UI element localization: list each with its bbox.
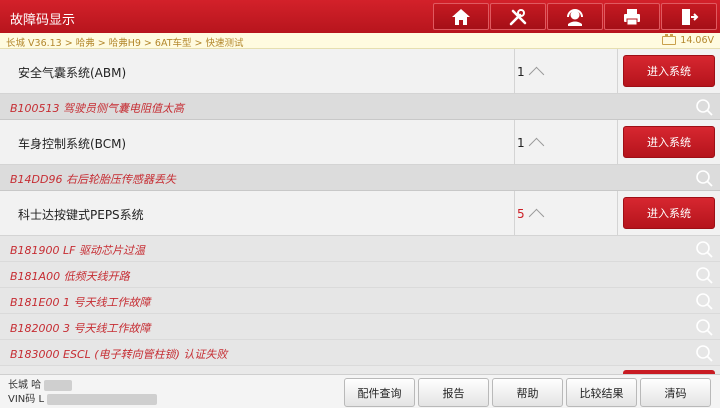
fault-count[interactable]: 1 <box>517 64 544 83</box>
parts-query-button[interactable]: 配件查询 <box>344 378 415 407</box>
fault-code-text: B183000 ESCL (电子转向管柱锁) 认证失败 <box>10 348 228 361</box>
fault-code-text: B100513 驾驶员侧气囊电阻值太高 <box>10 102 185 115</box>
fault-code-text: B181A00 低频天线开路 <box>10 270 130 283</box>
divider <box>514 49 515 93</box>
vehicle-info: 长城 哈 VIN码 L <box>8 379 158 407</box>
fault-code-text: B14DD96 右后轮胎压传感器丢失 <box>10 173 176 186</box>
divider <box>514 191 515 235</box>
enter-system-button[interactable]: 进入系统 <box>623 55 715 87</box>
search-icon[interactable] <box>695 169 713 187</box>
bottom-toolbar: 长城 哈 VIN码 L 配件查询 报告 帮助 比较结果 清码 <box>0 374 720 408</box>
redacted-text <box>44 379 73 391</box>
system-name: 安全气囊系统(ABM) <box>18 66 127 80</box>
vehicle-model: 长城 哈 <box>8 380 42 391</box>
clear-codes-button[interactable]: 清码 <box>640 378 711 407</box>
exit-button[interactable] <box>661 3 717 30</box>
battery-icon <box>662 34 677 45</box>
system-row: 安全气囊系统(ABM) 1 进入系统 <box>0 49 720 94</box>
support-button[interactable] <box>547 3 603 30</box>
search-icon[interactable] <box>695 344 713 362</box>
system-name: 科士达按键式PEPS系统 <box>18 208 144 222</box>
search-icon[interactable] <box>695 98 713 116</box>
fault-code-row: B181E00 1 号天线工作故障 <box>0 288 720 314</box>
fault-code-text: B181900 LF 驱动芯片过温 <box>10 244 145 257</box>
breadcrumb-bar: 长城 V36.13 > 哈弗 > 哈弗H9 > 6AT车型 > 快速测试 14.… <box>0 33 720 49</box>
fault-code-row: B181900 LF 驱动芯片过温 <box>0 236 720 262</box>
enter-system-button[interactable]: 进入系统 <box>623 197 715 229</box>
fault-code-row: B14DD96 右后轮胎压传感器丢失 <box>0 165 720 191</box>
battery-voltage: 14.06V <box>662 34 714 46</box>
compare-results-button[interactable]: 比较结果 <box>566 378 637 407</box>
report-button[interactable]: 报告 <box>418 378 489 407</box>
search-icon[interactable] <box>695 318 713 336</box>
page-title: 故障码显示 <box>10 13 76 28</box>
enter-system-button[interactable]: 进入系统 <box>623 126 715 158</box>
vin-label: VIN码 L <box>8 394 45 405</box>
chevron-up-icon <box>528 137 544 154</box>
home-icon <box>452 8 470 25</box>
exit-icon <box>682 8 699 25</box>
divider <box>617 120 618 164</box>
print-button[interactable] <box>604 3 660 30</box>
chevron-up-icon <box>528 66 544 83</box>
divider <box>617 191 618 235</box>
headset-icon <box>567 8 583 26</box>
fault-code-row: B100513 驾驶员侧气囊电阻值太高 <box>0 94 720 120</box>
fault-code-text: B181E00 1 号天线工作故障 <box>10 296 151 309</box>
system-row: 车身控制系统(BCM) 1 进入系统 <box>0 120 720 165</box>
voltage-value: 14.06V <box>680 35 714 46</box>
printer-icon <box>624 8 640 25</box>
fault-code-text: B182000 3 号天线工作故障 <box>10 322 151 335</box>
redacted-text <box>47 393 158 405</box>
fault-code-row: B183000 ESCL (电子转向管柱锁) 认证失败 <box>0 340 720 366</box>
system-name: 车身控制系统(BCM) <box>18 137 127 151</box>
fault-code-row: B181A00 低频天线开路 <box>0 262 720 288</box>
divider <box>617 49 618 93</box>
help-button[interactable]: 帮助 <box>492 378 563 407</box>
diagnose-tools-button[interactable] <box>490 3 546 30</box>
search-icon[interactable] <box>695 292 713 310</box>
fault-count[interactable]: 1 <box>517 135 544 154</box>
home-button[interactable] <box>433 3 489 30</box>
system-row: 科士达按键式PEPS系统 5 进入系统 <box>0 191 720 236</box>
breadcrumb: 长城 V36.13 > 哈弗 > 哈弗H9 > 6AT车型 > 快速测试 <box>6 38 244 49</box>
divider <box>514 120 515 164</box>
fault-code-row: B182000 3 号天线工作故障 <box>0 314 720 340</box>
search-icon[interactable] <box>695 266 713 284</box>
search-icon[interactable] <box>695 240 713 258</box>
title-bar: 故障码显示 <box>0 0 720 33</box>
chevron-up-icon <box>528 208 544 225</box>
wrench-screwdriver-icon <box>509 8 527 25</box>
fault-count[interactable]: 5 <box>517 206 544 225</box>
fault-list[interactable]: 安全气囊系统(ABM) 1 进入系统 B100513 驾驶员侧气囊电阻值太高 车… <box>0 49 720 374</box>
